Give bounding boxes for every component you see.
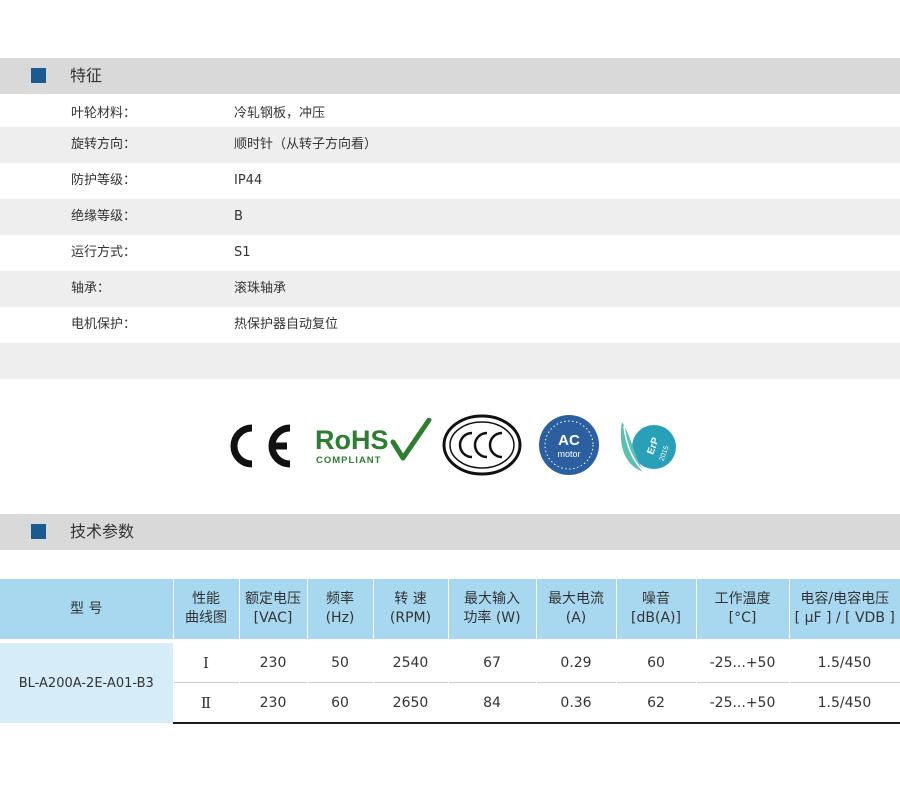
feature-label: 旋转方向：	[71, 137, 137, 152]
curve-cell: Ⅰ	[173, 639, 240, 683]
frequency-cell: 60	[307, 682, 374, 724]
ac-text: AC	[558, 432, 580, 449]
ccc-mark-icon	[442, 414, 522, 476]
feature-row-insulation-class: 绝缘等级： B	[0, 199, 900, 235]
frequency-cell: 50	[307, 639, 374, 683]
feature-row-bearing: 轴承： 滚珠轴承	[0, 271, 900, 307]
header-noise: 噪音 [dB(A)]	[616, 579, 697, 641]
header-voltage: 额定电压 [VAC]	[239, 579, 308, 641]
feature-value: IP44	[234, 173, 263, 188]
rohs-text: RoHS	[315, 425, 389, 455]
feature-row-motor-protection: 电机保护： 热保护器自动复位	[0, 307, 900, 343]
section-marker-square	[31, 524, 46, 539]
curve-cell: Ⅱ	[173, 682, 240, 724]
model-cell: BL-A200A-2E-A01-B3	[0, 639, 174, 723]
capacitor-cell: 1.5/450	[789, 682, 900, 724]
noise-cell: 60	[616, 639, 697, 683]
section-marker-square	[31, 68, 46, 83]
feature-value: B	[234, 209, 243, 224]
temperature-cell: -25...+50	[696, 682, 790, 724]
tech-section-title: 技术参数	[70, 522, 135, 541]
ce-mark-icon	[230, 424, 291, 468]
header-frequency: 频率 (Hz)	[307, 579, 374, 641]
noise-cell: 62	[616, 682, 697, 724]
feature-row-operation-mode: 运行方式： S1	[0, 235, 900, 271]
feature-label: 运行方式：	[71, 245, 137, 260]
feature-label: 轴承：	[71, 281, 111, 296]
feature-row-empty	[0, 343, 900, 379]
feature-row-protection-class: 防护等级： IP44	[0, 163, 900, 199]
speed-cell: 2540	[373, 639, 449, 683]
features-section-title: 特征	[70, 66, 103, 85]
motor-text: motor	[557, 449, 580, 459]
feature-value: 滚珠轴承	[234, 281, 287, 296]
header-power: 最大输入 功率 (W)	[448, 579, 537, 641]
features-section-header: 特征	[0, 58, 900, 94]
voltage-cell: 230	[239, 639, 308, 683]
table-header-row: 型 号 性能 曲线图 额定电压 [VAC] 频率 (Hz) 转 速 (RPM) 最大输入…	[0, 579, 900, 641]
erp-2015-badge-icon: ErP 2015	[620, 422, 676, 473]
power-cell: 84	[448, 682, 537, 724]
feature-label: 绝缘等级：	[71, 209, 137, 224]
rohs-sub-text: COMPLIANT	[316, 455, 381, 466]
current-cell: 0.29	[536, 639, 617, 683]
table-row: BL-A200A-2E-A01-B3 Ⅰ 230 50 2540 67 0.29…	[0, 639, 900, 723]
header-capacitor: 电容/电容电压[ μF ] / [ VDB ]	[789, 579, 900, 641]
feature-label: 电机保护：	[71, 317, 137, 332]
header-temperature: 工作温度 [°C]	[696, 579, 790, 641]
temperature-cell: -25...+50	[696, 639, 790, 683]
feature-label: 防护等级：	[71, 173, 137, 188]
certification-badges: RoHS COMPLIANT AC motor ErP 2015	[0, 410, 900, 480]
header-current: 最大电流 (A)	[536, 579, 617, 641]
rohs-compliant-icon: RoHS COMPLIANT	[315, 418, 432, 466]
speed-cell: 2650	[373, 682, 449, 724]
capacitor-cell: 1.5/450	[789, 639, 900, 683]
header-model: 型 号	[0, 579, 174, 641]
feature-value: 热保护器自动复位	[234, 317, 339, 332]
feature-value: S1	[234, 245, 251, 260]
spec-table: 型 号 性能 曲线图 额定电压 [VAC] 频率 (Hz) 转 速 (RPM) 最大输入…	[0, 579, 900, 724]
current-cell: 0.36	[536, 682, 617, 724]
feature-row-rotation: 旋转方向： 顺时针（从转子方向看）	[0, 127, 900, 163]
ac-motor-badge-icon: AC motor	[539, 415, 599, 475]
header-speed: 转 速 (RPM)	[373, 579, 449, 641]
tech-section-header: 技术参数	[0, 514, 900, 550]
header-curve: 性能 曲线图	[173, 579, 240, 641]
feature-value: 顺时针（从转子方向看）	[234, 137, 378, 152]
voltage-cell: 230	[239, 682, 308, 724]
power-cell: 67	[448, 639, 537, 683]
